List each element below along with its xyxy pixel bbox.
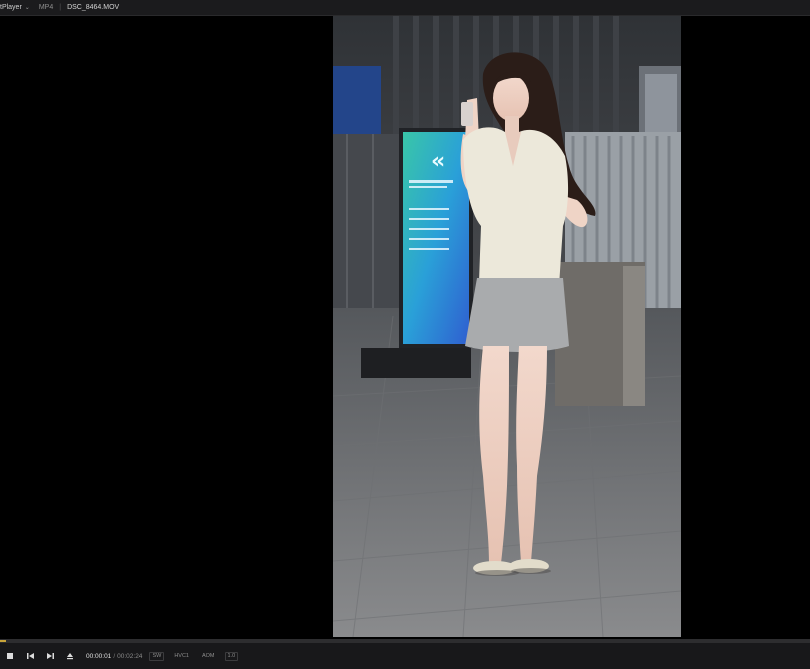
title-bar: tPlayer ⌄ MP4 | DSC_8464.MOV <box>0 0 810 16</box>
media-player-window: tPlayer ⌄ MP4 | DSC_8464.MOV « 00:00:01 … <box>0 0 810 669</box>
video-frame[interactable]: « <box>333 16 681 637</box>
file-format-label: MP4 <box>38 4 54 11</box>
svg-text:«: « <box>431 149 445 174</box>
video-still-image: « <box>333 16 681 637</box>
stop-icon[interactable] <box>0 646 20 666</box>
seek-bar-progress <box>0 640 6 642</box>
time-separator: / <box>113 652 116 660</box>
speed-tag[interactable]: 1.0 <box>224 651 239 661</box>
eject-icon[interactable] <box>60 646 80 666</box>
app-name-menu[interactable]: tPlayer <box>0 4 22 11</box>
codec-tag: HVC1 <box>174 652 189 659</box>
video-viewport[interactable]: « <box>0 16 810 639</box>
playback-controls: 00:00:01 / 00:02:24 SW HVC1 AOM 1.0 <box>0 643 810 669</box>
file-name-label: DSC_8464.MOV <box>67 4 120 11</box>
total-duration: 00:02:24 <box>117 652 143 660</box>
skip-previous-icon[interactable] <box>20 646 40 666</box>
chevron-down-icon[interactable]: ⌄ <box>25 4 30 11</box>
decoder-tag[interactable]: SW <box>149 651 165 661</box>
current-time: 00:00:01 <box>86 652 112 660</box>
skip-next-icon[interactable] <box>40 646 60 666</box>
title-separator: | <box>59 4 62 11</box>
audio-tag: AOM <box>201 652 215 659</box>
